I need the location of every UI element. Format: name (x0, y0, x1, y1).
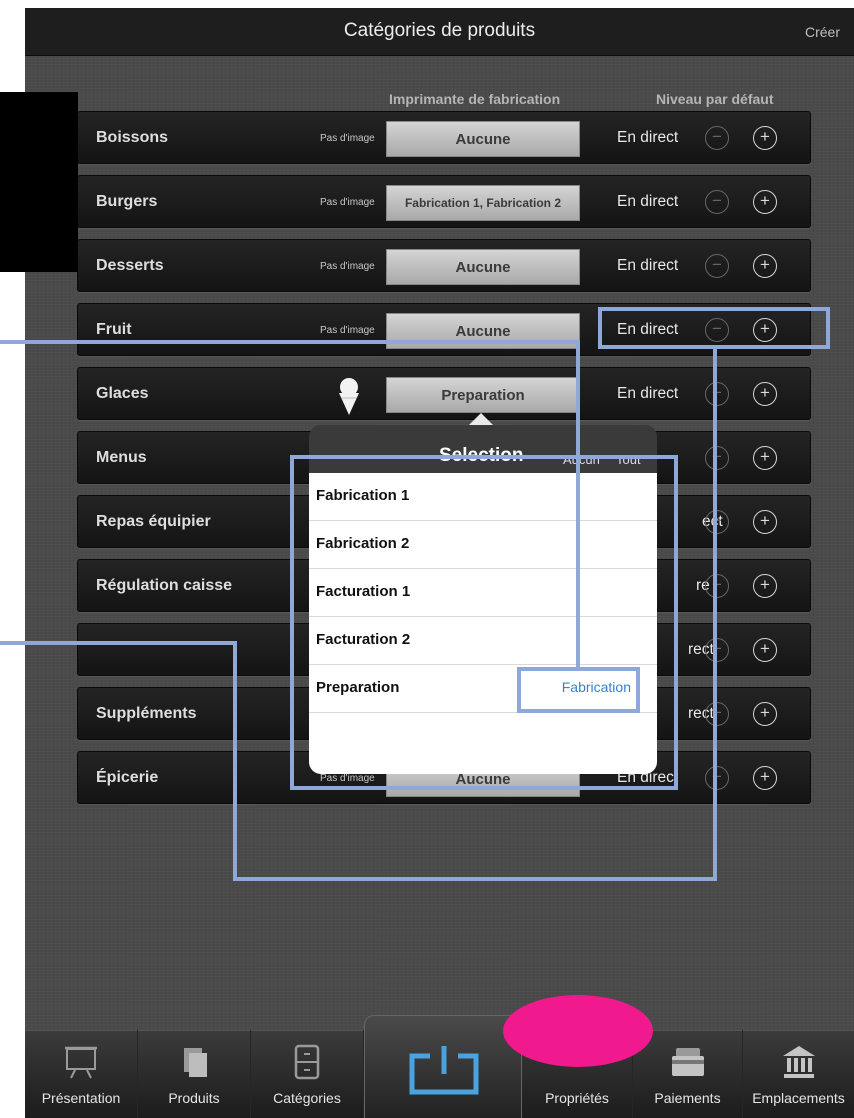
presentation-easel-icon (65, 1046, 97, 1079)
tab-presentation[interactable]: Présentation (25, 1030, 138, 1118)
power-export-icon (409, 1046, 479, 1095)
level-value: En direct (617, 385, 679, 402)
decrease-level-icon[interactable]: − (705, 510, 729, 534)
page-title: Catégories de produits (343, 20, 536, 41)
create-button[interactable]: Créer (805, 24, 840, 40)
level-value: En direct (617, 129, 679, 146)
tab-label: Paiements (654, 1090, 721, 1106)
tab-label: Produits (168, 1090, 220, 1106)
category-name: Fruit (96, 321, 132, 338)
category-row[interactable]: Desserts Pas d'image Aucune En direct − … (77, 239, 811, 292)
increase-level-icon[interactable]: + (753, 254, 777, 278)
annotation-line (233, 877, 717, 881)
annotation-line (0, 340, 580, 344)
category-name: Épicerie (96, 769, 159, 786)
tab-products[interactable]: Produits (138, 1030, 251, 1118)
category-row[interactable]: Boissons Pas d'image Aucune En direct − … (77, 111, 811, 164)
increase-level-icon[interactable]: + (753, 574, 777, 598)
printer-select-button[interactable]: Aucune (386, 249, 580, 285)
category-row[interactable]: Burgers Pas d'image Fabrication 1, Fabri… (77, 175, 811, 228)
annotation-live-level-box (598, 307, 830, 349)
decrease-level-icon[interactable]: − (705, 574, 729, 598)
category-row[interactable]: Glaces Preparation En direct − + (77, 367, 811, 420)
category-name: Boissons (96, 129, 169, 146)
increase-level-icon[interactable]: + (753, 126, 777, 150)
no-image-label: Pas d'image (320, 197, 375, 208)
locations-bank-icon (782, 1046, 815, 1078)
printer-select-button[interactable]: Aucune (386, 121, 580, 157)
app-root: Catégories de produits Créer Imprimante … (0, 0, 854, 1118)
annotation-line (0, 641, 236, 645)
level-value: En direct (617, 257, 679, 274)
no-image-label: Pas d'image (320, 261, 375, 272)
tab-payments[interactable]: Paiements (633, 1030, 743, 1118)
increase-level-icon[interactable]: + (753, 638, 777, 662)
decrease-level-icon[interactable]: − (705, 766, 729, 790)
categories-cabinet-icon (294, 1044, 320, 1080)
increase-level-icon[interactable]: + (753, 766, 777, 790)
decrease-level-icon[interactable]: − (705, 702, 729, 726)
tab-categories[interactable]: Catégories (251, 1030, 364, 1118)
no-image-label: Pas d'image (320, 133, 375, 144)
tab-label: Propriétés (545, 1090, 609, 1106)
increase-level-icon[interactable]: + (753, 446, 777, 470)
category-name: Menus (96, 449, 147, 466)
ice-cream-icon (339, 378, 359, 415)
annotation-selection-box (290, 455, 678, 790)
redaction-marker (503, 995, 653, 1067)
decrease-level-icon[interactable]: − (705, 190, 729, 214)
printer-select-button[interactable]: Preparation (386, 377, 580, 413)
black-overlay-block (0, 92, 78, 272)
tab-label: Emplacements (752, 1090, 845, 1106)
annotation-line (713, 347, 717, 881)
decrease-level-icon[interactable]: − (705, 638, 729, 662)
annotation-line (576, 340, 580, 670)
tab-label: Catégories (273, 1090, 341, 1106)
category-name: Repas équipier (96, 513, 211, 530)
category-name: Desserts (96, 257, 164, 274)
decrease-level-icon[interactable]: − (705, 382, 729, 406)
tab-active-export[interactable] (364, 1015, 522, 1118)
category-name: Suppléments (96, 705, 197, 722)
no-image-label: Pas d'image (320, 325, 375, 336)
increase-level-icon[interactable]: + (753, 510, 777, 534)
tab-label: Présentation (41, 1090, 121, 1106)
column-header-level: Niveau par défaut (656, 91, 774, 107)
increase-level-icon[interactable]: + (753, 702, 777, 726)
column-header-printer: Imprimante de fabrication (389, 91, 561, 107)
increase-level-icon[interactable]: + (753, 190, 777, 214)
category-name: Burgers (96, 193, 158, 210)
products-documents-icon (184, 1048, 207, 1077)
payments-card-icon (671, 1048, 704, 1076)
annotation-fabrication-tag-box (517, 667, 640, 713)
category-name: Glaces (96, 385, 149, 402)
level-value: En direct (617, 193, 679, 210)
nav-bar: Catégories de produits Créer (25, 8, 854, 56)
decrease-level-icon[interactable]: − (705, 446, 729, 470)
increase-level-icon[interactable]: + (753, 382, 777, 406)
decrease-level-icon[interactable]: − (705, 126, 729, 150)
annotation-line (233, 641, 237, 881)
category-name: Régulation caisse (96, 577, 233, 594)
tab-locations[interactable]: Emplacements (743, 1030, 854, 1118)
decrease-level-icon[interactable]: − (705, 254, 729, 278)
printer-select-button[interactable]: Fabrication 1, Fabrication 2 (386, 185, 580, 221)
